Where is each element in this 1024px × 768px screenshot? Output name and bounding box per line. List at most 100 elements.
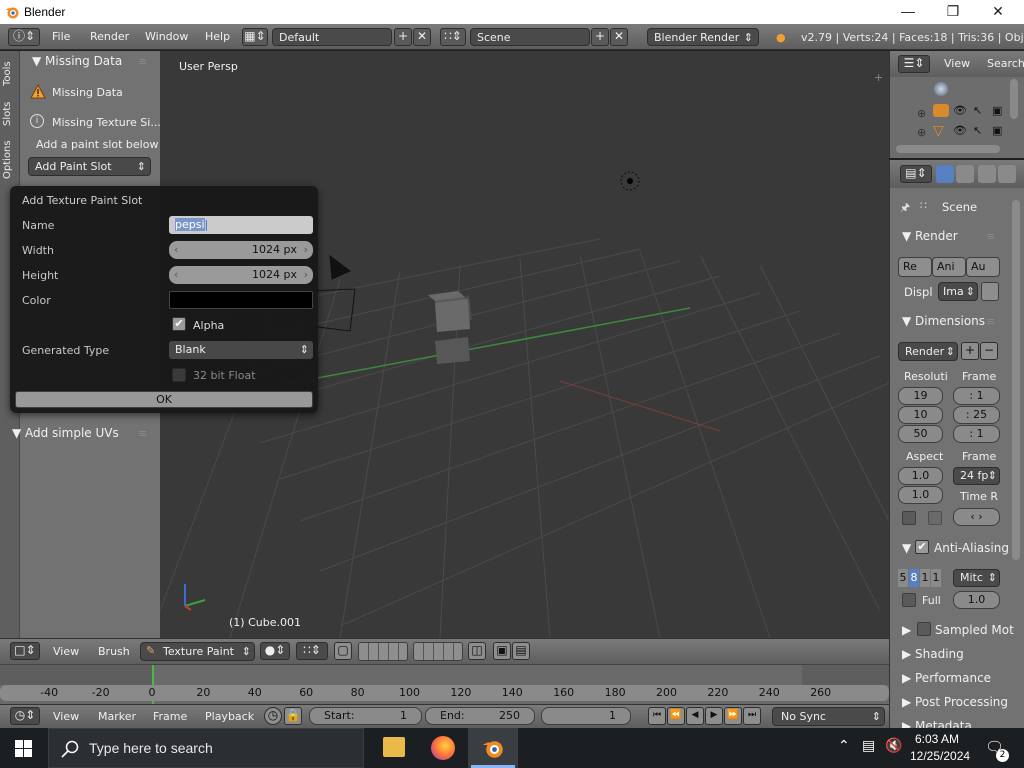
anti-aliasing-checkbox[interactable]: ✔ (915, 540, 929, 554)
expand-icon[interactable]: ⊕ (917, 107, 926, 120)
pin-icon[interactable]: 🖈 (900, 199, 910, 218)
crop-checkbox[interactable] (928, 511, 942, 525)
name-input[interactable]: pepsi| (169, 216, 313, 234)
color-swatch[interactable] (169, 291, 313, 309)
play-reverse-icon[interactable]: ◀ (686, 707, 704, 725)
menu-file[interactable]: File (52, 30, 70, 43)
alpha-checkbox[interactable]: ✔ (172, 317, 186, 331)
editor-type-outliner-icon[interactable]: ☰⇕ (898, 55, 930, 73)
aa-samples-11[interactable]: 1 (920, 569, 930, 587)
width-field[interactable]: ‹ 1024 px › (169, 241, 313, 259)
layout-grid-icon[interactable]: ▦⇕ (242, 28, 268, 46)
aa-samples-8[interactable]: 8 (909, 569, 919, 587)
minimize-button[interactable]: — (888, 2, 928, 22)
pivot-point-icon[interactable]: ∷⇕ (296, 642, 328, 660)
scene-layers-2[interactable] (413, 642, 463, 661)
end-frame-field[interactable]: End: 250 (425, 707, 535, 725)
view-menu[interactable]: View (53, 645, 79, 658)
resolution-x-field[interactable]: 19 (898, 387, 943, 405)
remove-preset-icon[interactable]: − (980, 342, 998, 360)
decrement-arrow-icon[interactable]: ‹ (174, 243, 178, 256)
interaction-mode-select[interactable]: ✎ Texture Paint ⇕ (140, 642, 255, 661)
outliner-horizontal-scrollbar[interactable] (896, 145, 1000, 153)
panel-drag-handle[interactable]: ≡ (986, 230, 995, 243)
show-hidden-icons-chevron-icon[interactable]: ⌃ (838, 738, 850, 754)
panel-drag-handle[interactable]: ≡ (138, 427, 147, 440)
play-icon[interactable]: ▶ (705, 707, 723, 725)
height-field[interactable]: ‹ 1024 px › (169, 266, 313, 284)
lock-camera-icon[interactable]: ◫ (468, 642, 486, 660)
anti-aliasing-panel-title[interactable]: Anti-Aliasing (934, 541, 1009, 555)
render-context-icon[interactable] (936, 165, 954, 183)
menu-help[interactable]: Help (205, 30, 230, 43)
render-camera-icon[interactable]: ▣ (992, 124, 1002, 137)
frame-start-field[interactable]: : 1 (953, 387, 1000, 405)
render-image-button[interactable]: Re (898, 257, 932, 277)
remove-layout-icon[interactable]: ✕ (413, 28, 431, 46)
tab-slots[interactable]: Slots (2, 99, 18, 129)
outliner-search-menu[interactable]: Search (987, 57, 1024, 70)
sync-mode-select[interactable]: No Sync ⇕ (772, 707, 885, 726)
panel-collapse-icon[interactable]: ▼ (902, 229, 911, 243)
jump-keyframe-back-icon[interactable]: ⏪ (667, 707, 685, 725)
editor-type-info-icon[interactable]: ⓘ⇕ (8, 28, 40, 46)
outliner-vertical-scrollbar[interactable] (1010, 79, 1018, 119)
add-preset-icon[interactable]: + (961, 342, 979, 360)
increment-arrow-icon[interactable]: › (304, 243, 308, 256)
render-audio-button[interactable]: Au (966, 257, 1000, 277)
properties-scrollbar[interactable] (1012, 200, 1020, 560)
menu-render[interactable]: Render (90, 30, 129, 43)
taskbar-search-box[interactable]: Type here to search (48, 728, 364, 768)
properties-region-toggle[interactable]: + (874, 71, 883, 84)
frame-end-field[interactable]: : 25 (953, 406, 1000, 424)
firefox-icon[interactable] (431, 736, 455, 760)
panel-collapse-icon[interactable]: ▼ (902, 541, 911, 555)
timeline-view-menu[interactable]: View (53, 710, 79, 723)
border-checkbox[interactable] (902, 511, 916, 525)
screen-layout-field[interactable]: Default (272, 28, 392, 46)
float-checkbox[interactable] (172, 368, 186, 382)
editor-type-timeline-icon[interactable]: ◷⇕ (10, 707, 40, 725)
lock-range-icon[interactable]: 🔒 (284, 707, 302, 725)
resolution-y-field[interactable]: 10 (898, 406, 943, 424)
generated-type-select[interactable]: Blank ⇕ (169, 341, 313, 359)
jump-end-icon[interactable]: ⏭ (743, 707, 761, 725)
visibility-eye-icon[interactable]: 👁 (953, 104, 967, 117)
visibility-eye-icon[interactable]: 👁 (953, 124, 967, 137)
post-processing-panel[interactable]: Post Processing (915, 695, 1008, 709)
time-remap-field[interactable]: ‹ › (953, 508, 1000, 526)
render-animation-button[interactable]: Ani (932, 257, 966, 277)
sampled-motion-checkbox[interactable] (917, 622, 931, 636)
render-panel-title[interactable]: Render (915, 229, 958, 243)
expand-icon[interactable]: ⊕ (917, 126, 926, 139)
maximize-button[interactable]: ❐ (933, 2, 973, 22)
scene-icon[interactable]: ∷⇕ (440, 28, 466, 46)
aa-samples-5[interactable]: 5 (898, 569, 908, 587)
missing-data-panel-title[interactable]: Missing Data (45, 54, 122, 68)
close-button[interactable]: ✕ (978, 2, 1018, 22)
select-cursor-icon[interactable]: ↖ (973, 104, 982, 117)
taskbar-clock-date[interactable]: 12/25/2024 (910, 749, 970, 763)
record-keyframe-icon[interactable]: ◷ (264, 707, 282, 725)
panel-expand-icon[interactable]: ▶ (902, 647, 911, 661)
layer-visibility-icon[interactable]: ▢ (334, 642, 352, 660)
network-icon[interactable]: ▤ (862, 738, 875, 754)
layers-context-icon[interactable] (956, 165, 974, 183)
render-engine-select[interactable]: Blender Render ⇕ (647, 28, 759, 46)
panel-collapse-icon[interactable]: ▼ (902, 314, 911, 328)
resolution-percent-field[interactable]: 50 (898, 425, 943, 443)
display-select[interactable]: Ima ⇕ (938, 282, 978, 301)
aspect-y-field[interactable]: 1.0 (898, 486, 943, 504)
frame-step-field[interactable]: : 1 (953, 425, 1000, 443)
scene-context-icon[interactable] (978, 165, 996, 183)
panel-drag-handle[interactable]: ≡ (986, 315, 995, 328)
brush-menu[interactable]: Brush (98, 645, 130, 658)
taskbar-clock-time[interactable]: 6:03 AM (915, 732, 959, 746)
playback-menu[interactable]: Playback (205, 710, 254, 723)
panel-drag-handle[interactable]: ≡ (138, 55, 147, 68)
panel-expand-icon[interactable]: ▶ (902, 671, 911, 685)
panel-collapse-icon[interactable]: ▼ (32, 54, 41, 68)
performance-panel[interactable]: Performance (915, 671, 991, 685)
render-preset-select[interactable]: Render ⇕ (898, 342, 958, 361)
file-explorer-icon[interactable] (383, 737, 405, 757)
